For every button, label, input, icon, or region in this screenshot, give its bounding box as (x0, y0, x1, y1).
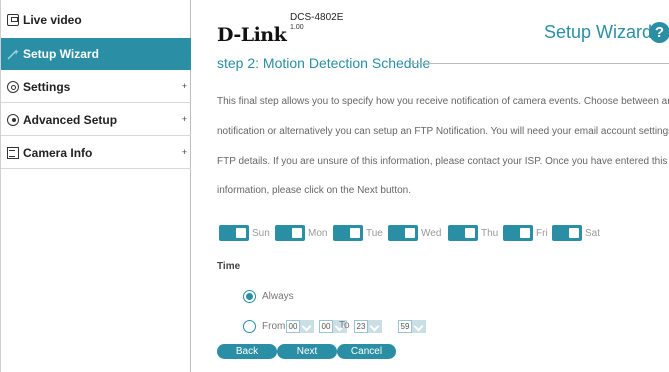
from-radio[interactable] (243, 320, 256, 333)
toggle-switch[interactable] (388, 225, 418, 241)
gear-icon (7, 80, 19, 93)
wand-icon (7, 48, 19, 60)
select-value: 23 (354, 320, 368, 333)
day-label: Sat (585, 227, 601, 239)
day-label: Thu (481, 227, 499, 239)
sidebar-item-label: Advanced Setup (23, 112, 118, 127)
day-toggle-mon[interactable]: Mon (275, 225, 327, 241)
day-toggle-thu[interactable]: Thu (448, 225, 498, 241)
from-label: From (262, 321, 286, 332)
select-value: 00 (286, 320, 300, 333)
day-label: Mon (308, 227, 328, 239)
day-toggle-sun[interactable]: Sun (219, 225, 270, 241)
chevron-down-icon (412, 320, 426, 333)
select-value: 59 (398, 320, 412, 333)
sidebar-item-settings[interactable]: Settings + (1, 71, 191, 103)
always-radio[interactable] (243, 290, 256, 303)
toggle-switch[interactable] (219, 225, 249, 241)
toggle-switch[interactable] (503, 225, 533, 241)
dlink-logo: D-Link (217, 24, 287, 46)
day-label: Fri (536, 227, 548, 239)
instruction-line: information, please click on the Next bu… (217, 185, 411, 196)
toggle-switch[interactable] (275, 225, 305, 241)
day-label: Wed (421, 227, 442, 239)
toggle-switch[interactable] (448, 225, 478, 241)
expand-icon[interactable]: + (182, 81, 187, 91)
sidebar-item-advanced-setup[interactable]: Advanced Setup + (1, 104, 191, 136)
day-toggle-sat[interactable]: Sat (552, 225, 600, 241)
toggle-switch[interactable] (333, 225, 363, 241)
advanced-icon (7, 113, 19, 126)
next-button[interactable]: Next (277, 344, 337, 359)
to-hour-select[interactable]: 23 (354, 320, 382, 333)
sidebar: Live video Setup Wizard Settings + Advan… (1, 0, 191, 372)
page-title: Setup Wizard (544, 22, 653, 42)
expand-icon[interactable]: + (182, 147, 187, 157)
sidebar-item-label: Settings (23, 79, 71, 94)
expand-icon[interactable]: + (182, 114, 187, 124)
chevron-down-icon (368, 320, 382, 333)
firmware-version: 1.00 (290, 24, 304, 31)
from-hour-select[interactable]: 00 (286, 320, 314, 333)
day-toggle-tue[interactable]: Tue (333, 225, 383, 241)
chevron-down-icon (300, 320, 314, 333)
to-minute-select[interactable]: 59 (398, 320, 426, 333)
day-toggle-fri[interactable]: Fri (503, 225, 548, 241)
sidebar-item-camera-info[interactable]: Camera Info + (1, 137, 191, 169)
sidebar-item-live-video[interactable]: Live video (1, 6, 191, 34)
video-icon (7, 14, 19, 26)
instruction-line: This final step allows you to specify ho… (217, 96, 669, 107)
select-value: 00 (319, 320, 333, 333)
day-label: Sun (252, 227, 270, 239)
app-frame: Live video Setup Wizard Settings + Advan… (0, 0, 669, 372)
back-button[interactable]: Back (217, 344, 277, 359)
sidebar-item-label: Camera Info (23, 145, 93, 160)
info-icon (7, 146, 19, 159)
instruction-line: FTP details. If you are unsure of this i… (217, 156, 668, 167)
sidebar-item-setup-wizard[interactable]: Setup Wizard (1, 38, 191, 70)
step-title: step 2: Motion Detection Schedule (217, 55, 431, 71)
model-name: DCS-4802E (290, 12, 344, 23)
sidebar-item-label: Setup Wizard (23, 47, 99, 61)
time-label: Time (217, 261, 241, 272)
toggle-switch[interactable] (552, 225, 582, 241)
sidebar-item-label: Live video (23, 13, 82, 27)
help-icon[interactable]: ? (649, 22, 669, 43)
to-label: To (339, 320, 350, 331)
day-toggle-wed[interactable]: Wed (388, 225, 441, 241)
day-label: Tue (366, 227, 383, 239)
instruction-line: notification or alternatively you can se… (217, 126, 669, 137)
divider (411, 63, 669, 64)
always-label: Always (262, 291, 294, 302)
cancel-button[interactable]: Cancel (337, 344, 396, 359)
